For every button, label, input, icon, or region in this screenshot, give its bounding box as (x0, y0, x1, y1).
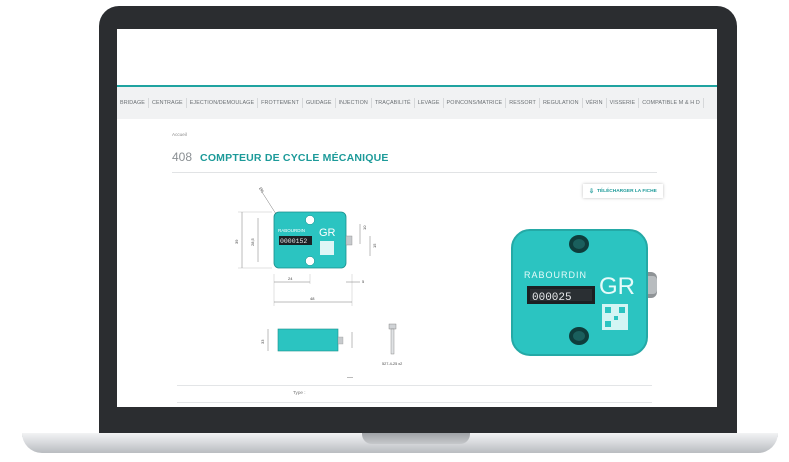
nav-item-regulation[interactable]: REGULATION (540, 98, 583, 108)
nav-item-compatible[interactable]: COMPATIBLE M & H D (639, 98, 704, 108)
nav-item-frottement[interactable]: FROTTEMENT (258, 98, 303, 108)
photo-counter: 000025 (532, 292, 572, 304)
page-title: COMPTEUR DE CYCLE MÉCANIQUE (200, 152, 389, 164)
nav-item-centrage[interactable]: CENTRAGE (149, 98, 187, 108)
svg-text:GR: GR (599, 273, 635, 300)
nav-item-levage[interactable]: LEVAGE (415, 98, 444, 108)
category-nav: BRIDAGE CENTRAGE EJECTION/DEMOULAGE FROT… (117, 85, 717, 119)
laptop-notch (362, 433, 470, 444)
download-label: TÉLÉCHARGER LA FICHE (597, 188, 657, 194)
download-icon: ⇩ (589, 188, 595, 195)
breadcrumb[interactable]: Accueil (172, 132, 187, 137)
drawing-brand: RABOURDIN (278, 228, 305, 233)
dim-28-5: 28,5 (250, 237, 255, 246)
dim-5: 5 (362, 279, 365, 284)
table-border-bottom (177, 402, 652, 403)
dim-24: 24 (288, 276, 293, 281)
download-sheet-button[interactable]: ⇩ TÉLÉCHARGER LA FICHE (583, 184, 663, 198)
type-label: Type : (293, 390, 306, 395)
divider-mark (347, 377, 353, 378)
page-title-row: 408 COMPTEUR DE CYCLE MÉCANIQUE (172, 150, 389, 164)
nav-item-verin[interactable]: VÉRIN (583, 98, 607, 108)
dim-39: 39 (234, 239, 239, 244)
nav-item-poincons[interactable]: POINCONS/MATRICE (444, 98, 507, 108)
dim-angle: Ø6 (258, 186, 265, 194)
nav-item-tracabilite[interactable]: TRAÇABILITÉ (372, 98, 415, 108)
nav-item-injection[interactable]: INJECTION (336, 98, 372, 108)
nav-item-ejection[interactable]: EJECTION/DEMOULAGE (187, 98, 259, 108)
screw-label: 527-4-25 x2 (382, 362, 402, 366)
nav-item-bridage[interactable]: BRIDAGE (117, 98, 149, 108)
nav-item-ressort[interactable]: RESSORT (506, 98, 540, 108)
product-ref: 408 (172, 150, 193, 164)
technical-drawing: 0000152 RABOURDIN GR Ø6 39 28,5 10 15 24… (234, 186, 402, 366)
svg-text:15: 15 (372, 243, 377, 248)
nav-item-visserie[interactable]: VISSERIE (607, 98, 640, 108)
dim-33: 33 (260, 339, 265, 344)
nav-item-guidage[interactable]: GUIDAGE (303, 98, 336, 108)
browser-screen: BRIDAGE CENTRAGE EJECTION/DEMOULAGE FROT… (117, 29, 717, 407)
dim-48: 48 (310, 296, 315, 301)
dim-10: 10 (362, 225, 367, 230)
product-photo: RABOURDIN 000025 GR (511, 229, 657, 356)
table-border-top (177, 385, 652, 386)
drawing-counter: 0000152 (280, 238, 307, 245)
photo-brand: RABOURDIN (524, 270, 587, 280)
title-divider (172, 172, 657, 173)
svg-text:GR: GR (319, 227, 336, 239)
